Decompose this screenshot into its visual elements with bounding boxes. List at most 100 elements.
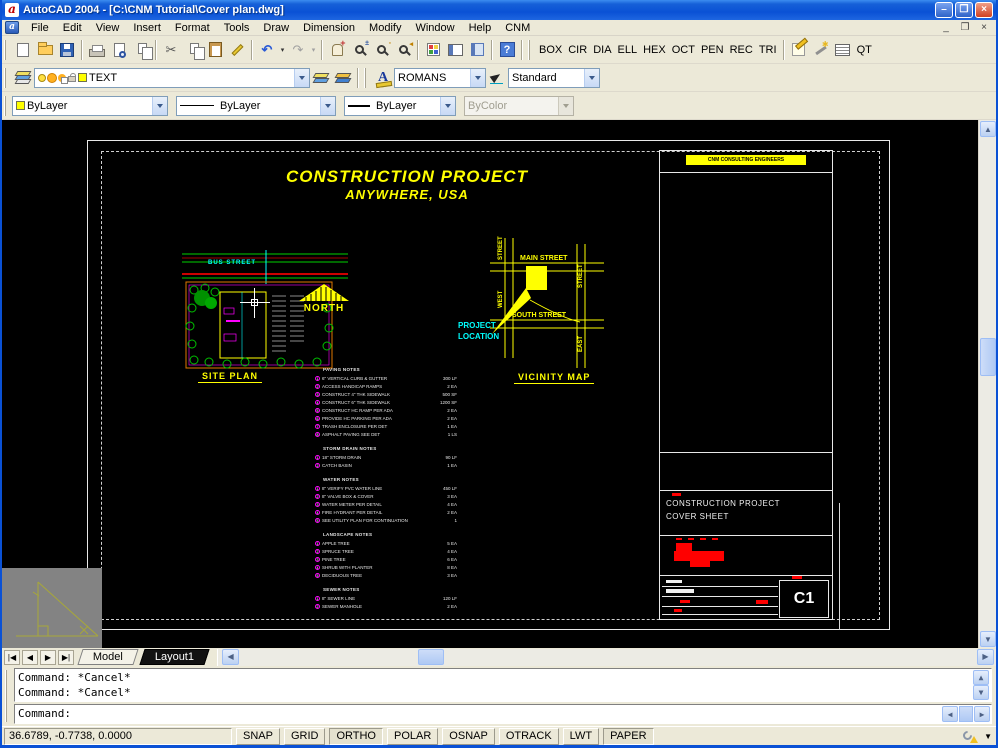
layer-manager-button[interactable] [12,67,34,89]
last-tab-button[interactable]: ▶| [58,650,74,665]
ell-command-button[interactable]: ELL [615,42,641,58]
redo-dropdown[interactable]: ▾ [309,39,318,61]
coordinate-readout[interactable]: 36.6789, -0.7738, 0.0000 [4,728,232,745]
lineweight-combo[interactable]: ByLayer [344,96,456,116]
layer-combo-dropdown[interactable] [294,69,309,87]
history-scroll-up-button[interactable]: ▲ [973,670,989,685]
scroll-down-button[interactable]: ▼ [980,631,996,647]
communication-center-icon[interactable] [963,730,978,743]
osnap-toggle[interactable]: OSNAP [442,728,495,745]
open-button[interactable] [34,39,56,61]
child-restore-button[interactable]: ❐ [957,21,973,34]
toolbar-grip[interactable] [4,68,9,88]
linetype-dropdown[interactable] [320,97,335,115]
zoom-window-button[interactable]: ▫ [370,39,392,61]
table-button[interactable] [832,39,854,61]
cut-button[interactable]: ✂ [160,39,182,61]
text-style-button[interactable]: A [372,67,394,89]
command-input-scrollbar[interactable]: ◀ ▶ [942,706,990,722]
menu-edit[interactable]: Edit [56,21,89,35]
zoom-realtime-button[interactable]: ± [348,39,370,61]
text-style-combo[interactable]: ROMANS [394,68,486,88]
scroll-left-button[interactable]: ◀ [222,649,239,665]
menu-modify[interactable]: Modify [362,21,408,35]
prev-tab-button[interactable]: ◀ [22,650,38,665]
menu-insert[interactable]: Insert [126,21,168,35]
menu-draw[interactable]: Draw [256,21,296,35]
dim-style-button[interactable] [486,67,508,89]
grid-toggle[interactable]: GRID [284,728,326,745]
layer-on-bulb-icon[interactable] [38,74,46,82]
publish-button[interactable] [130,39,152,61]
input-scroll-right-button[interactable]: ▶ [974,706,990,722]
polar-toggle[interactable]: POLAR [387,728,438,745]
help-button[interactable]: ? [496,39,518,61]
tri-command-button[interactable]: TRI [756,42,780,58]
layer-vp-freeze-icon[interactable] [58,74,66,82]
horizontal-scrollbar[interactable]: ◀ ▶ [217,649,996,666]
toolbar-grip[interactable] [4,96,9,116]
menu-cnm[interactable]: CNM [498,21,537,35]
menu-help[interactable]: Help [462,21,499,35]
menu-window[interactable]: Window [408,21,461,35]
snap-toggle[interactable]: SNAP [236,728,280,745]
text-style-dropdown[interactable] [470,69,485,87]
express-tools-button[interactable] [810,39,832,61]
edit-text-button[interactable] [788,39,810,61]
vertical-scrollbar[interactable]: ▲ ▼ [978,120,996,648]
drawing-file-icon[interactable]: a [5,21,19,34]
undo-dropdown[interactable]: ▾ [278,39,287,61]
oct-command-button[interactable]: OCT [669,42,698,58]
lwt-toggle[interactable]: LWT [563,728,599,745]
child-minimize-button[interactable]: _ [938,21,954,34]
scroll-right-button[interactable]: ▶ [977,649,994,665]
layer-color-swatch[interactable] [78,73,87,82]
close-button[interactable]: × [975,2,993,18]
menu-file[interactable]: File [24,21,56,35]
paper-toggle[interactable]: PAPER [603,728,653,745]
hex-command-button[interactable]: HEX [640,42,669,58]
toolbar-grip[interactable] [528,40,533,60]
history-scroll-down-button[interactable]: ▼ [973,685,989,700]
menu-tools[interactable]: Tools [217,21,257,35]
menu-dimension[interactable]: Dimension [296,21,362,35]
status-tray-dropdown-icon[interactable]: ▼ [984,732,992,741]
next-tab-button[interactable]: ▶ [40,650,56,665]
lineweight-dropdown[interactable] [440,97,455,115]
linetype-combo[interactable]: ByLayer [176,96,336,116]
dim-style-dropdown[interactable] [584,69,599,87]
redo-button[interactable]: ↷ [287,39,309,61]
make-layer-current-button[interactable] [310,67,332,89]
pan-button[interactable] [326,39,348,61]
toolbar-grip[interactable] [364,68,369,88]
copy-button[interactable] [182,39,204,61]
command-history-scrollbar[interactable]: ▲ ▼ [973,670,990,700]
undo-button[interactable]: ↶ [256,39,278,61]
command-input[interactable]: Command: ◀ ▶ [14,704,992,724]
scroll-up-button[interactable]: ▲ [980,121,996,137]
tab-model[interactable]: Model [77,649,138,665]
paste-button[interactable] [204,39,226,61]
tab-layout1[interactable]: Layout1 [139,649,209,665]
zoom-previous-button[interactable]: ◂ [392,39,414,61]
input-scroll-thumb[interactable] [959,706,973,722]
qt-command-button[interactable]: QT [854,42,875,58]
restore-button[interactable]: ❐ [955,2,973,18]
tool-palettes-button[interactable] [466,39,488,61]
minimize-button[interactable]: – [935,2,953,18]
cir-command-button[interactable]: CIR [565,42,590,58]
plot-preview-button[interactable] [108,39,130,61]
menu-view[interactable]: View [89,21,127,35]
rec-command-button[interactable]: REC [727,42,756,58]
pen-command-button[interactable]: PEN [698,42,727,58]
dia-command-button[interactable]: DIA [590,42,614,58]
first-tab-button[interactable]: |◀ [4,650,20,665]
layer-lock-icon[interactable] [68,76,76,82]
menu-format[interactable]: Format [168,21,217,35]
vertical-scroll-thumb[interactable] [980,338,996,376]
command-window-grip[interactable] [5,670,10,722]
plot-button[interactable] [86,39,108,61]
toolbar-grip[interactable] [4,40,9,60]
dim-style-combo[interactable]: Standard [508,68,600,88]
properties-button[interactable] [422,39,444,61]
